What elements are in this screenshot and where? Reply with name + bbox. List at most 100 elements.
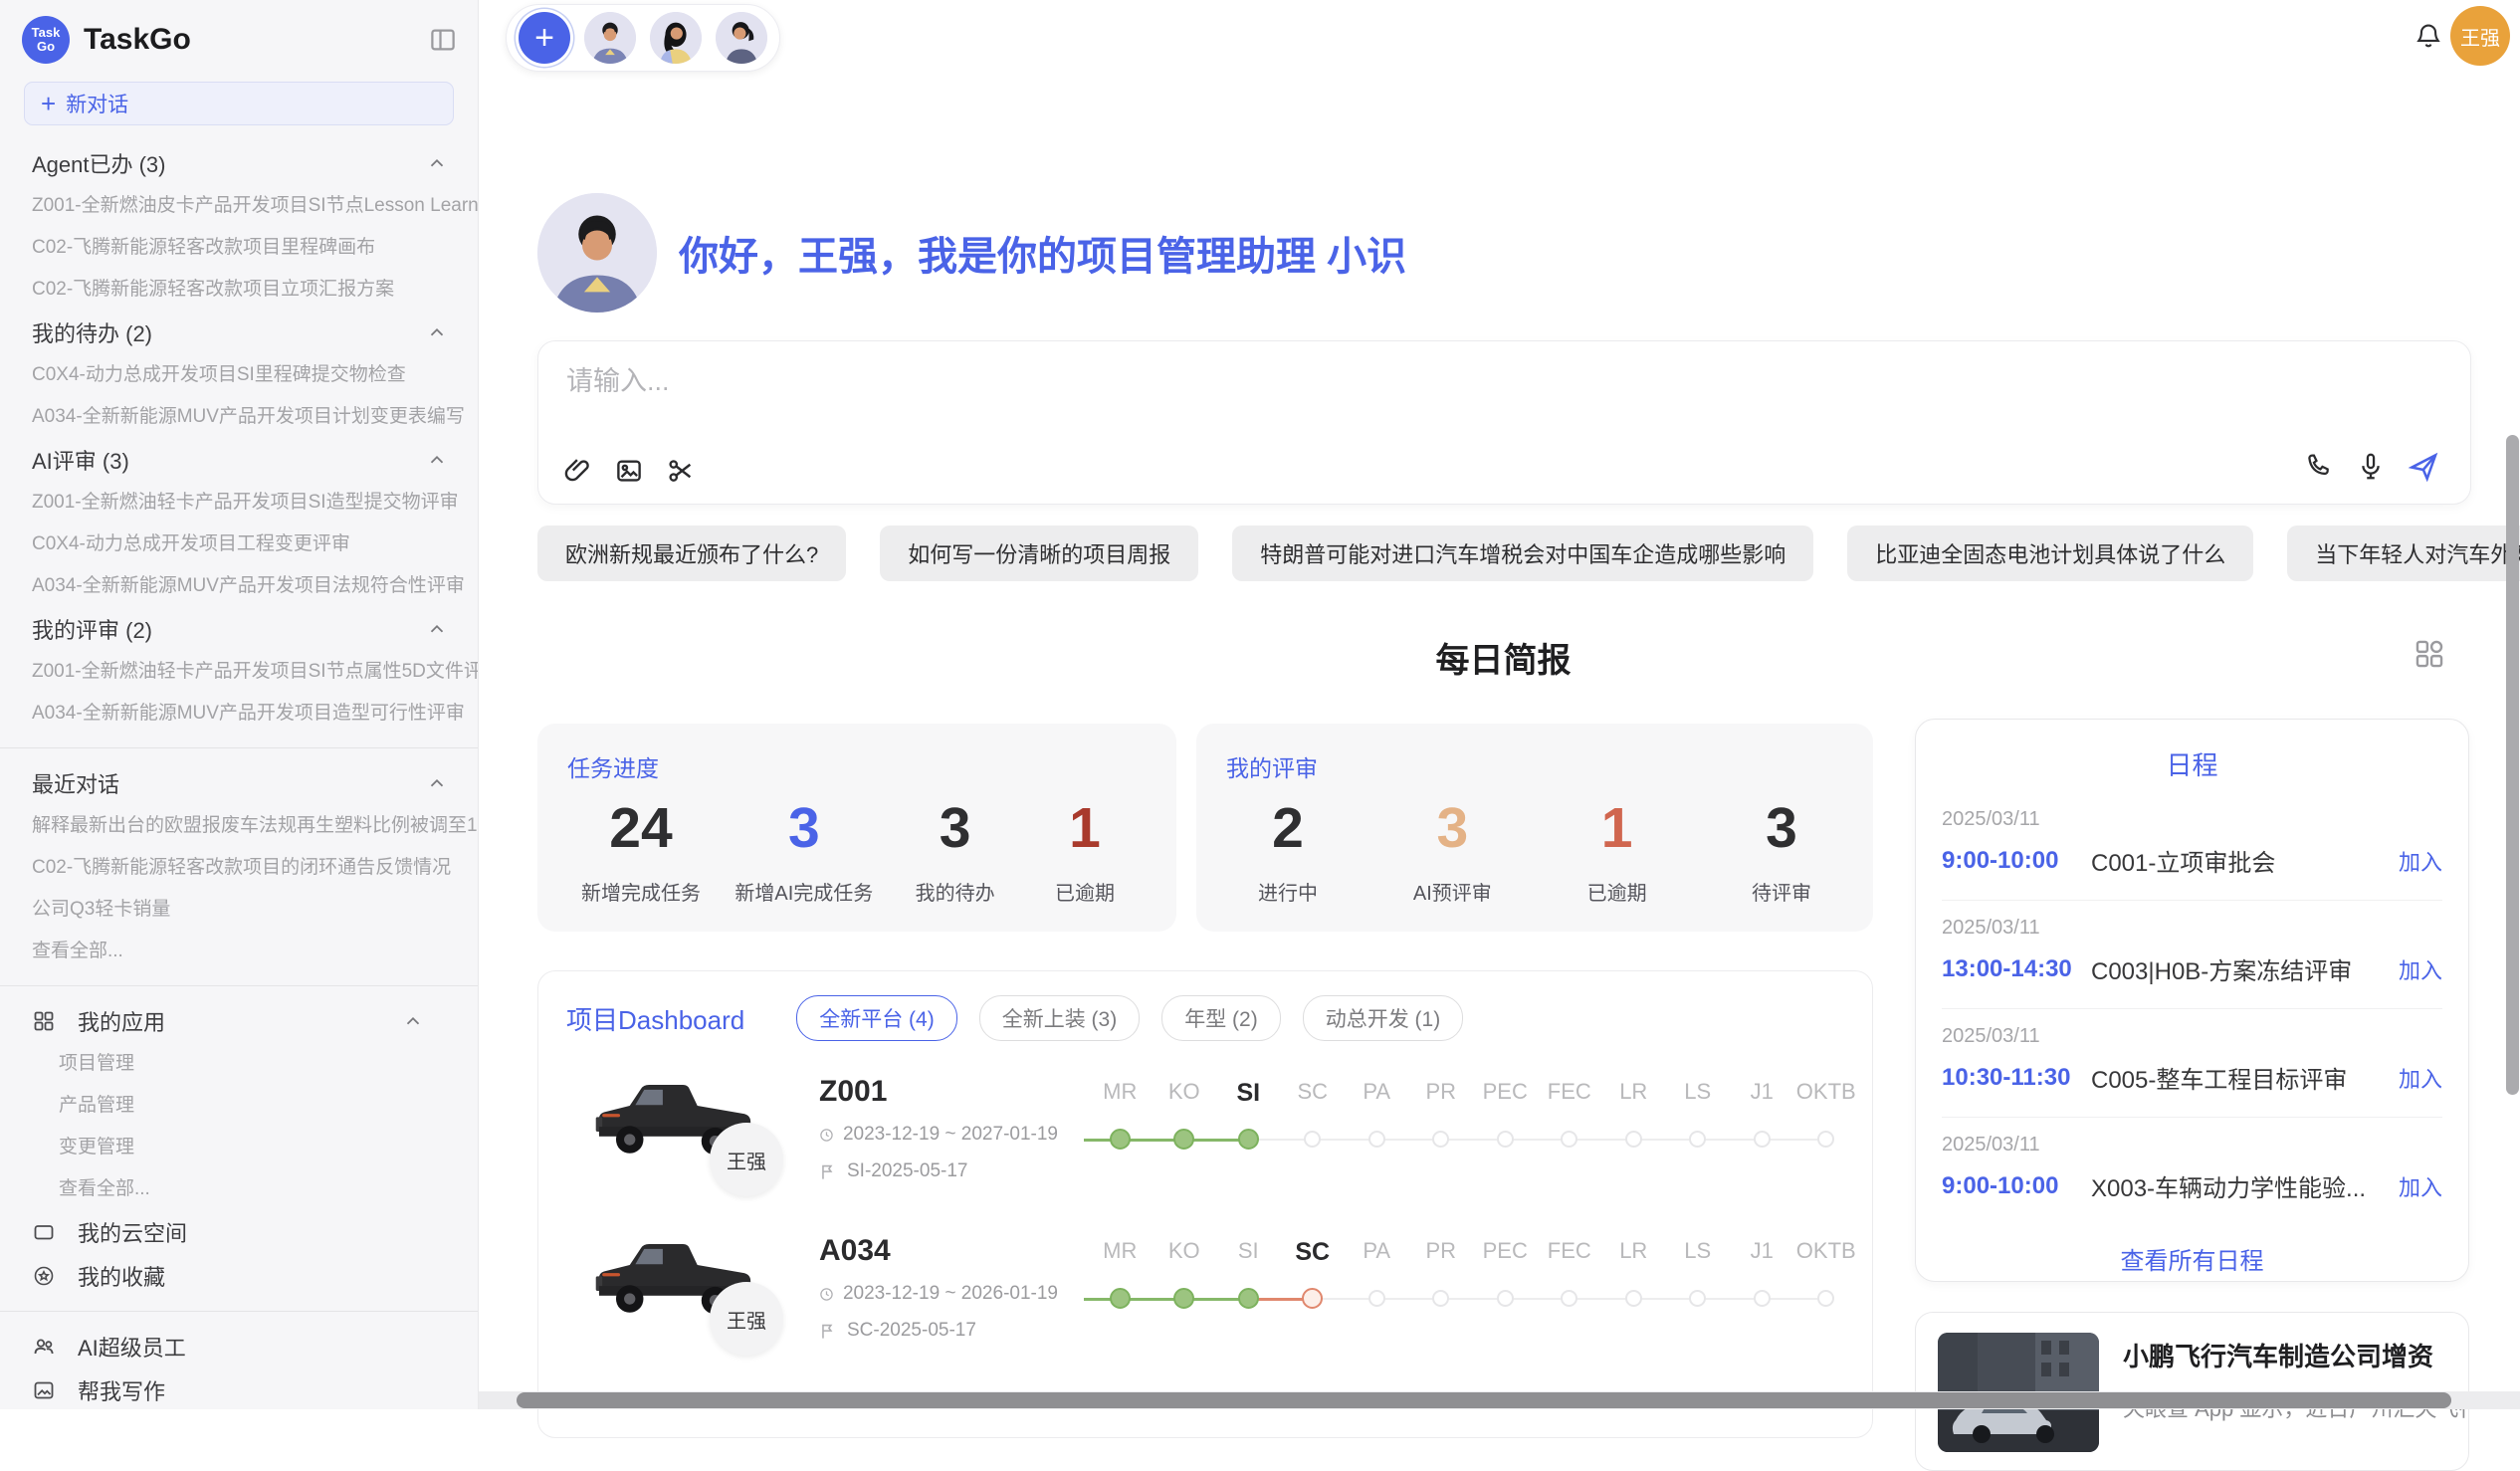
milestone-node-pa[interactable] (1368, 1131, 1385, 1148)
suggestion-chip[interactable]: 比亚迪全固态电池计划具体说了什么 (1847, 525, 2253, 581)
sidebar-item[interactable]: C0X4-动力总成开发项目工程变更评审 (0, 524, 478, 565)
vertical-scrollbar-thumb[interactable] (2506, 435, 2519, 1095)
sidebar-item[interactable]: 查看全部... (0, 931, 478, 972)
horizontal-scrollbar-thumb[interactable] (517, 1392, 2451, 1408)
sidebar-item[interactable]: 公司Q3轻卡销量 (0, 889, 478, 931)
suggestion-chip[interactable]: 欧洲新规最近颁布了什么? (537, 525, 846, 581)
attach-image-icon[interactable] (614, 456, 644, 486)
milestone-node-ls[interactable] (1689, 1131, 1706, 1148)
milestone-node-ko[interactable] (1173, 1129, 1194, 1150)
milestone-node-lr[interactable] (1625, 1290, 1642, 1307)
suggestion-chip[interactable]: 特朗普可能对进口汽车增税会对中国车企造成哪些影响 (1232, 525, 1813, 581)
dashboard-tab[interactable]: 动总开发 (1) (1303, 995, 1464, 1041)
sidebar-item[interactable]: 解释最新出台的欧盟报废车法规再生塑料比例被调至15%... (0, 805, 478, 847)
sidebar-top: Task Go TaskGo (0, 0, 478, 74)
dashboard-title: 项目Dashboard (566, 1000, 744, 1037)
stat: 24新增完成任务 (581, 797, 701, 906)
milestone-node-j1[interactable] (1754, 1131, 1771, 1148)
sidebar-item-my-apps[interactable]: 我的应用 (0, 999, 478, 1043)
agent-avatar-1[interactable] (584, 12, 636, 64)
sidebar-item[interactable]: C02-飞腾新能源轻客改款项目里程碑画布 (0, 227, 478, 269)
chat-input[interactable] (564, 365, 2061, 398)
project-row-z001[interactable]: 王强 Z001 2023-12-19 ~ 2027-01-19 SI-2025-… (538, 1047, 1872, 1206)
project-flag: SI-2025-05-17 (847, 1160, 967, 1182)
sidebar-item-project-mgmt[interactable]: 项目管理 (0, 1043, 478, 1085)
sidebar-item-label: 我的云空间 (78, 1216, 187, 1248)
sidebar-item[interactable]: Z001-全新燃油轻卡产品开发项目SI节点属性5D文件评审 (0, 651, 478, 693)
milestone-strip: MRKOSISCPAPRPECFECLRLSJ1OKTB (1088, 1218, 1858, 1366)
attach-file-icon[interactable] (562, 456, 592, 486)
milestone-node-mr[interactable] (1110, 1129, 1131, 1150)
clock-icon (819, 1126, 834, 1145)
sidebar-item[interactable]: A034-全新新能源MUV产品开发项目法规符合性评审 (0, 565, 478, 607)
milestone-node-si[interactable] (1238, 1129, 1259, 1150)
milestone-node-fec[interactable] (1561, 1131, 1577, 1148)
phone-call-icon[interactable] (2303, 451, 2335, 483)
chevron-up-icon (402, 1010, 424, 1032)
milestone-node-mr[interactable] (1110, 1288, 1131, 1309)
sidebar-section-header[interactable]: Agent已办 (3) (0, 141, 478, 185)
milestone-node-pec[interactable] (1497, 1290, 1514, 1307)
sidebar-item[interactable]: Z001-全新燃油轻卡产品开发项目SI造型提交物评审 (0, 482, 478, 524)
event-date: 2025/03/11 (1942, 808, 2442, 831)
sidebar-item[interactable]: Z001-全新燃油皮卡产品开发项目SI节点Lesson Learn报告 (0, 185, 478, 227)
project-row-a034[interactable]: 王强 A034 2023-12-19 ~ 2026-01-19 SC-2025-… (538, 1206, 1872, 1366)
sidebar-section-header[interactable]: 最近对话 (0, 761, 478, 805)
sidebar-section-header[interactable]: AI评审 (3) (0, 438, 478, 482)
sidebar-item-change-mgmt[interactable]: 变更管理 (0, 1127, 478, 1168)
scissors-icon[interactable] (666, 456, 696, 486)
milestone-node-sc[interactable] (1302, 1288, 1323, 1309)
join-button[interactable]: 加入 (2399, 1170, 2442, 1202)
send-icon[interactable] (2407, 450, 2440, 484)
logo-line2: Go (37, 40, 55, 54)
dashboard-tab[interactable]: 全新上装 (3) (979, 995, 1141, 1041)
sidebar-section-header[interactable]: 我的待办 (2) (0, 311, 478, 354)
milestone-node-pa[interactable] (1368, 1290, 1385, 1307)
sidebar-section-header[interactable]: 我的评审 (2) (0, 607, 478, 651)
milestone-node-si[interactable] (1238, 1288, 1259, 1309)
plus-icon: + (41, 89, 56, 119)
milestone-connector (1376, 1298, 1441, 1300)
suggestion-chip[interactable]: 当下年轻人对汽车外观有怎样的喜好趋势 (2287, 525, 2520, 581)
milestone-node-fec[interactable] (1561, 1290, 1577, 1307)
milestone-node-pr[interactable] (1432, 1290, 1449, 1307)
add-agent-button[interactable]: + (519, 12, 570, 64)
sidebar-item-favorites[interactable]: 我的收藏 (0, 1254, 478, 1298)
milestone-node-oktb[interactable] (1817, 1131, 1834, 1148)
milestone-node-ko[interactable] (1173, 1288, 1194, 1309)
sidebar-item[interactable]: C02-飞腾新能源轻客改款项目的闭环通告反馈情况 (0, 847, 478, 889)
milestone-node-lr[interactable] (1625, 1131, 1642, 1148)
join-button[interactable]: 加入 (2399, 1062, 2442, 1094)
sidebar-item-ai-super-staff[interactable]: AI超级员工 (0, 1325, 478, 1368)
dashboard-tab[interactable]: 年型 (2) (1161, 995, 1281, 1041)
milestone-node-oktb[interactable] (1817, 1290, 1834, 1307)
sidebar-item[interactable]: A034-全新新能源MUV产品开发项目计划变更表编写 (0, 396, 478, 438)
section-title: Agent已办 (3) (32, 147, 166, 179)
notification-bell-icon[interactable] (2413, 20, 2444, 52)
view-all-schedule-link[interactable]: 查看所有日程 (1942, 1225, 2442, 1292)
sidebar-item-product-mgmt[interactable]: 产品管理 (0, 1085, 478, 1127)
sidebar-collapse-icon[interactable] (428, 25, 458, 55)
briefing-layout-icon[interactable] (2413, 637, 2446, 671)
user-avatar[interactable]: 王强 (2450, 6, 2510, 66)
dashboard-tab[interactable]: 全新平台 (4) (796, 995, 957, 1041)
sidebar-item[interactable]: C0X4-动力总成开发项目SI里程碑提交物检查 (0, 354, 478, 396)
agent-avatar-2[interactable] (650, 12, 702, 64)
suggestion-chip[interactable]: 如何写一份清晰的项目周报 (880, 525, 1198, 581)
milestone-strip: MRKOSISCPAPRPECFECLRLSJ1OKTB (1088, 1059, 1858, 1206)
milestone-node-pr[interactable] (1432, 1131, 1449, 1148)
join-button[interactable]: 加入 (2399, 845, 2442, 877)
sidebar-item-help-me-write[interactable]: 帮我写作 (0, 1368, 478, 1409)
microphone-icon[interactable] (2355, 451, 2387, 483)
sidebar-item-view-all-apps[interactable]: 查看全部... (0, 1168, 478, 1210)
sidebar-item[interactable]: C02-飞腾新能源轻客改款项目立项汇报方案 (0, 269, 478, 311)
sidebar-item-cloud-space[interactable]: 我的云空间 (0, 1210, 478, 1254)
new-chat-button[interactable]: + 新对话 (24, 82, 454, 125)
milestone-node-ls[interactable] (1689, 1290, 1706, 1307)
join-button[interactable]: 加入 (2399, 953, 2442, 985)
agent-avatar-3[interactable] (716, 12, 767, 64)
milestone-node-pec[interactable] (1497, 1131, 1514, 1148)
milestone-node-j1[interactable] (1754, 1290, 1771, 1307)
sidebar-item[interactable]: A034-全新新能源MUV产品开发项目造型可行性评审 (0, 693, 478, 735)
milestone-node-sc[interactable] (1304, 1131, 1321, 1148)
